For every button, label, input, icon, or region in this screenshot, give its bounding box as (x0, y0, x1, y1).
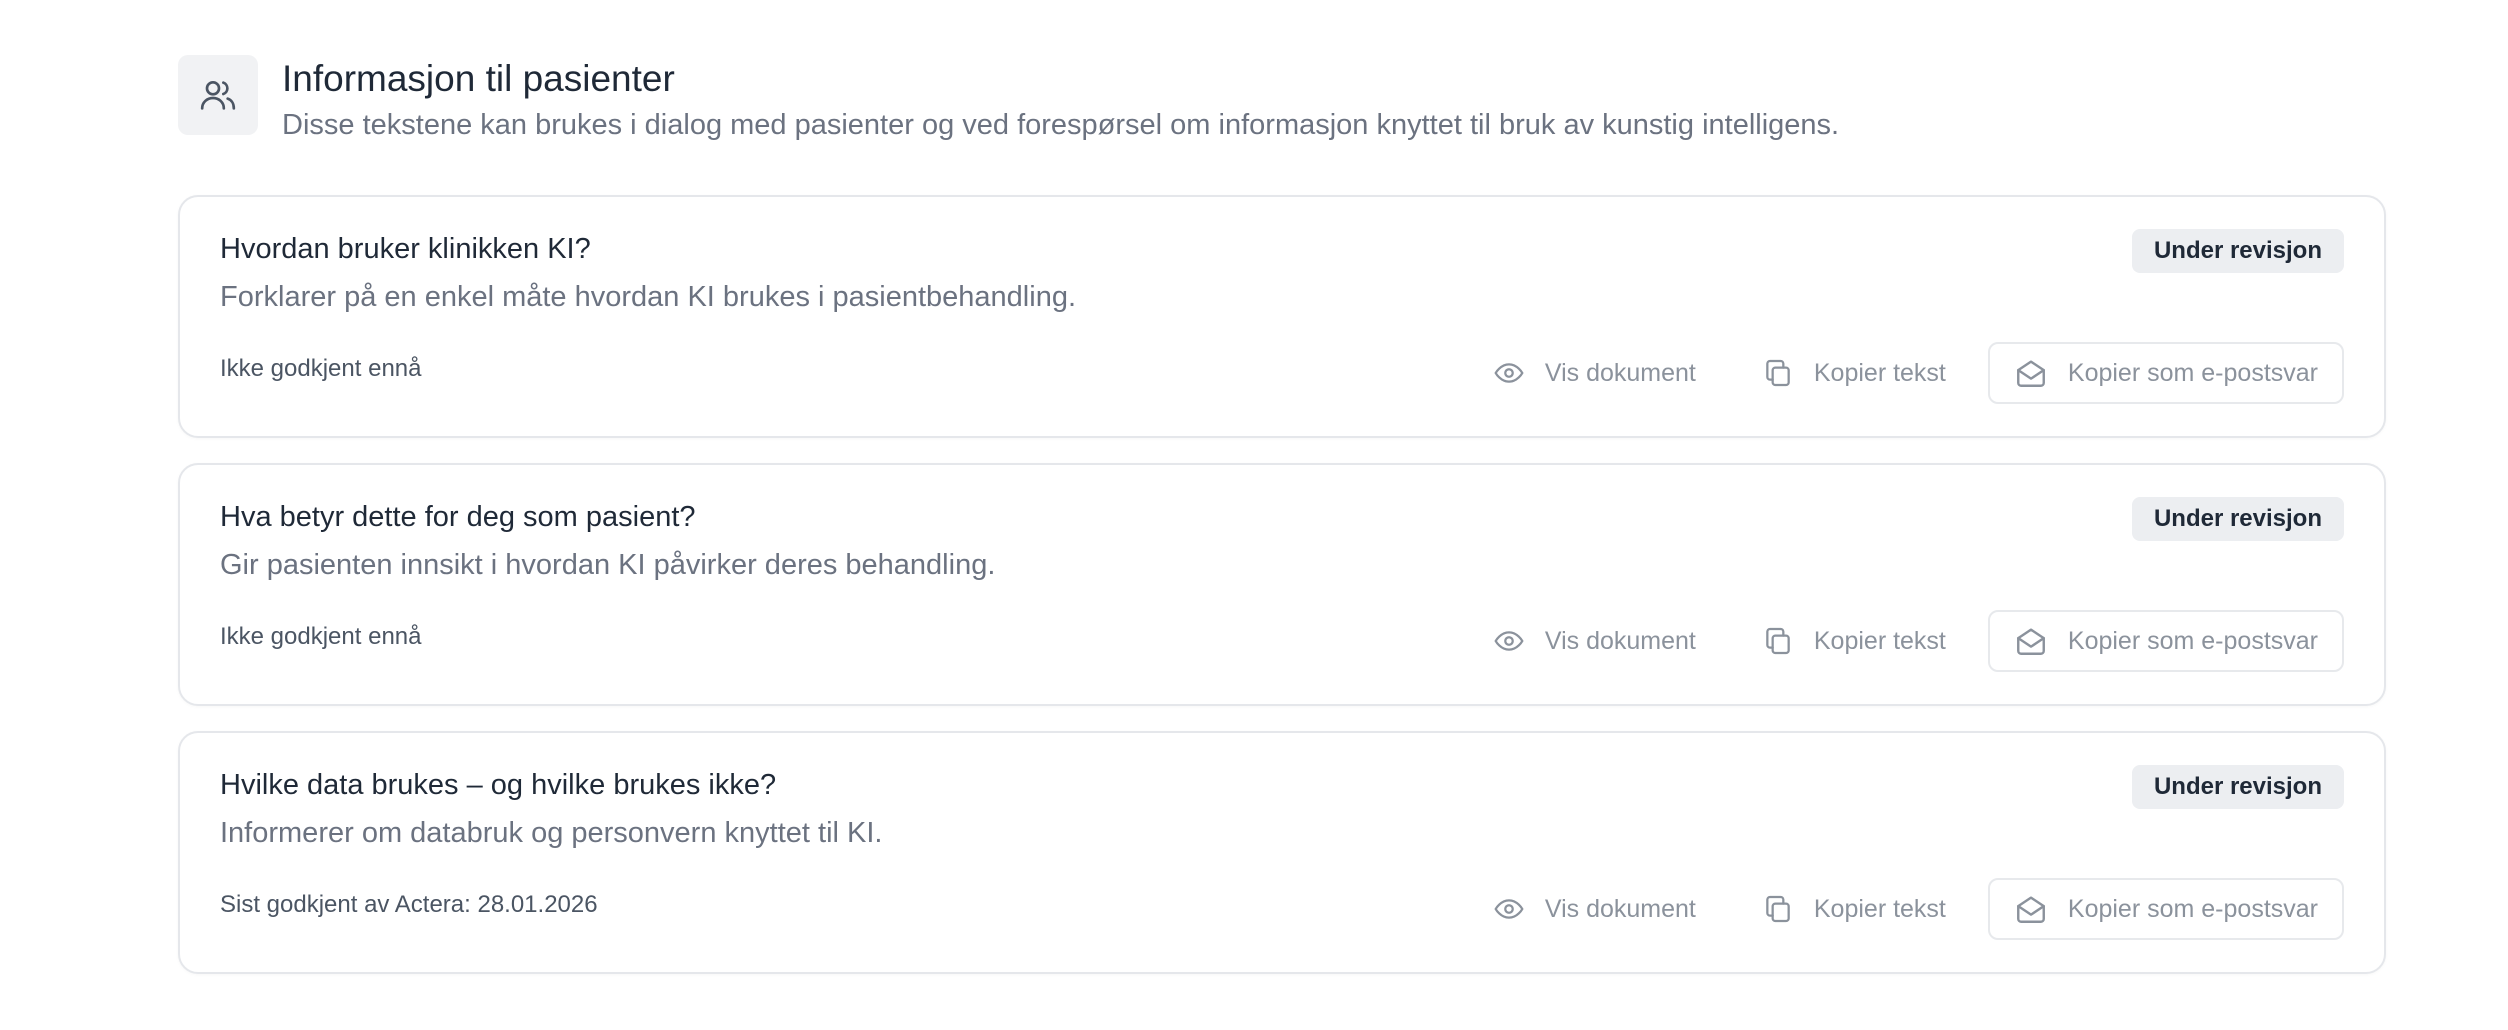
copy-icon (1766, 627, 1790, 655)
view-document-button[interactable]: Vis dokument (1493, 610, 1696, 672)
copy-icon (1766, 359, 1790, 387)
approval-status: Ikke godkjent ennå (220, 623, 422, 650)
users-icon (178, 55, 258, 135)
copy-as-email-label: Kopier som e-postsvar (2067, 894, 2318, 923)
status-badge: Under revisjon (2131, 765, 2344, 809)
copy-as-email-label: Kopier som e-postsvar (2067, 626, 2318, 655)
card-actions: Vis dokument Kopier tekst Kopier som e-p… (1493, 610, 2344, 672)
copy-as-email-button[interactable]: Kopier som e-postsvar (1987, 878, 2344, 940)
copy-text-label: Kopier tekst (1813, 358, 1946, 387)
eye-icon (1494, 631, 1524, 651)
status-badge: Under revisjon (2131, 497, 2344, 541)
copy-text-button[interactable]: Kopier tekst (1762, 878, 1946, 940)
document-card: Hvordan bruker klinikken KI? Forklarer p… (178, 195, 2386, 438)
copy-as-email-button[interactable]: Kopier som e-postsvar (1987, 342, 2344, 404)
card-actions: Vis dokument Kopier tekst Kopier som e-p… (1493, 878, 2344, 940)
card-description: Gir pasienten innsikt i hvordan KI påvir… (220, 549, 996, 581)
document-card: Hva betyr dette for deg som pasient? Gir… (178, 463, 2386, 706)
copy-text-label: Kopier tekst (1813, 894, 1946, 923)
approval-status: Ikke godkjent ennå (220, 355, 422, 382)
copy-icon (1766, 895, 1790, 923)
card-title: Hvordan bruker klinikken KI? (220, 233, 591, 265)
view-document-label: Vis dokument (1544, 626, 1696, 655)
approval-status: Sist godkjent av Actera: 28.01.2026 (220, 891, 598, 918)
status-badge: Under revisjon (2131, 229, 2344, 273)
section-subtitle: Disse tekstene kan brukes i dialog med p… (282, 109, 1840, 141)
eye-icon (1494, 899, 1524, 919)
copy-text-button[interactable]: Kopier tekst (1762, 342, 1946, 404)
document-card: Hvilke data brukes – og hvilke brukes ik… (178, 731, 2386, 974)
section-header: Informasjon til pasienter Disse tekstene… (178, 55, 2386, 195)
card-description: Forklarer på en enkel måte hvordan KI br… (220, 281, 1077, 313)
copy-text-button[interactable]: Kopier tekst (1762, 610, 1946, 672)
card-actions: Vis dokument Kopier tekst Kopier som e-p… (1493, 342, 2344, 404)
section-title: Informasjon til pasienter (282, 58, 675, 99)
card-description: Informerer om databruk og personvern kny… (220, 817, 883, 849)
mail-open-icon (2016, 628, 2045, 655)
patient-info-section: Informasjon til pasienter Disse tekstene… (178, 55, 2386, 999)
view-document-button[interactable]: Vis dokument (1493, 878, 1696, 940)
view-document-button[interactable]: Vis dokument (1493, 342, 1696, 404)
copy-text-label: Kopier tekst (1813, 626, 1946, 655)
mail-open-icon (2016, 360, 2045, 387)
mail-open-icon (2016, 896, 2045, 923)
view-document-label: Vis dokument (1544, 358, 1696, 387)
card-title: Hva betyr dette for deg som pasient? (220, 501, 696, 533)
view-document-label: Vis dokument (1544, 894, 1696, 923)
copy-as-email-button[interactable]: Kopier som e-postsvar (1987, 610, 2344, 672)
copy-as-email-label: Kopier som e-postsvar (2067, 358, 2318, 387)
card-title: Hvilke data brukes – og hvilke brukes ik… (220, 769, 777, 801)
eye-icon (1494, 363, 1524, 383)
